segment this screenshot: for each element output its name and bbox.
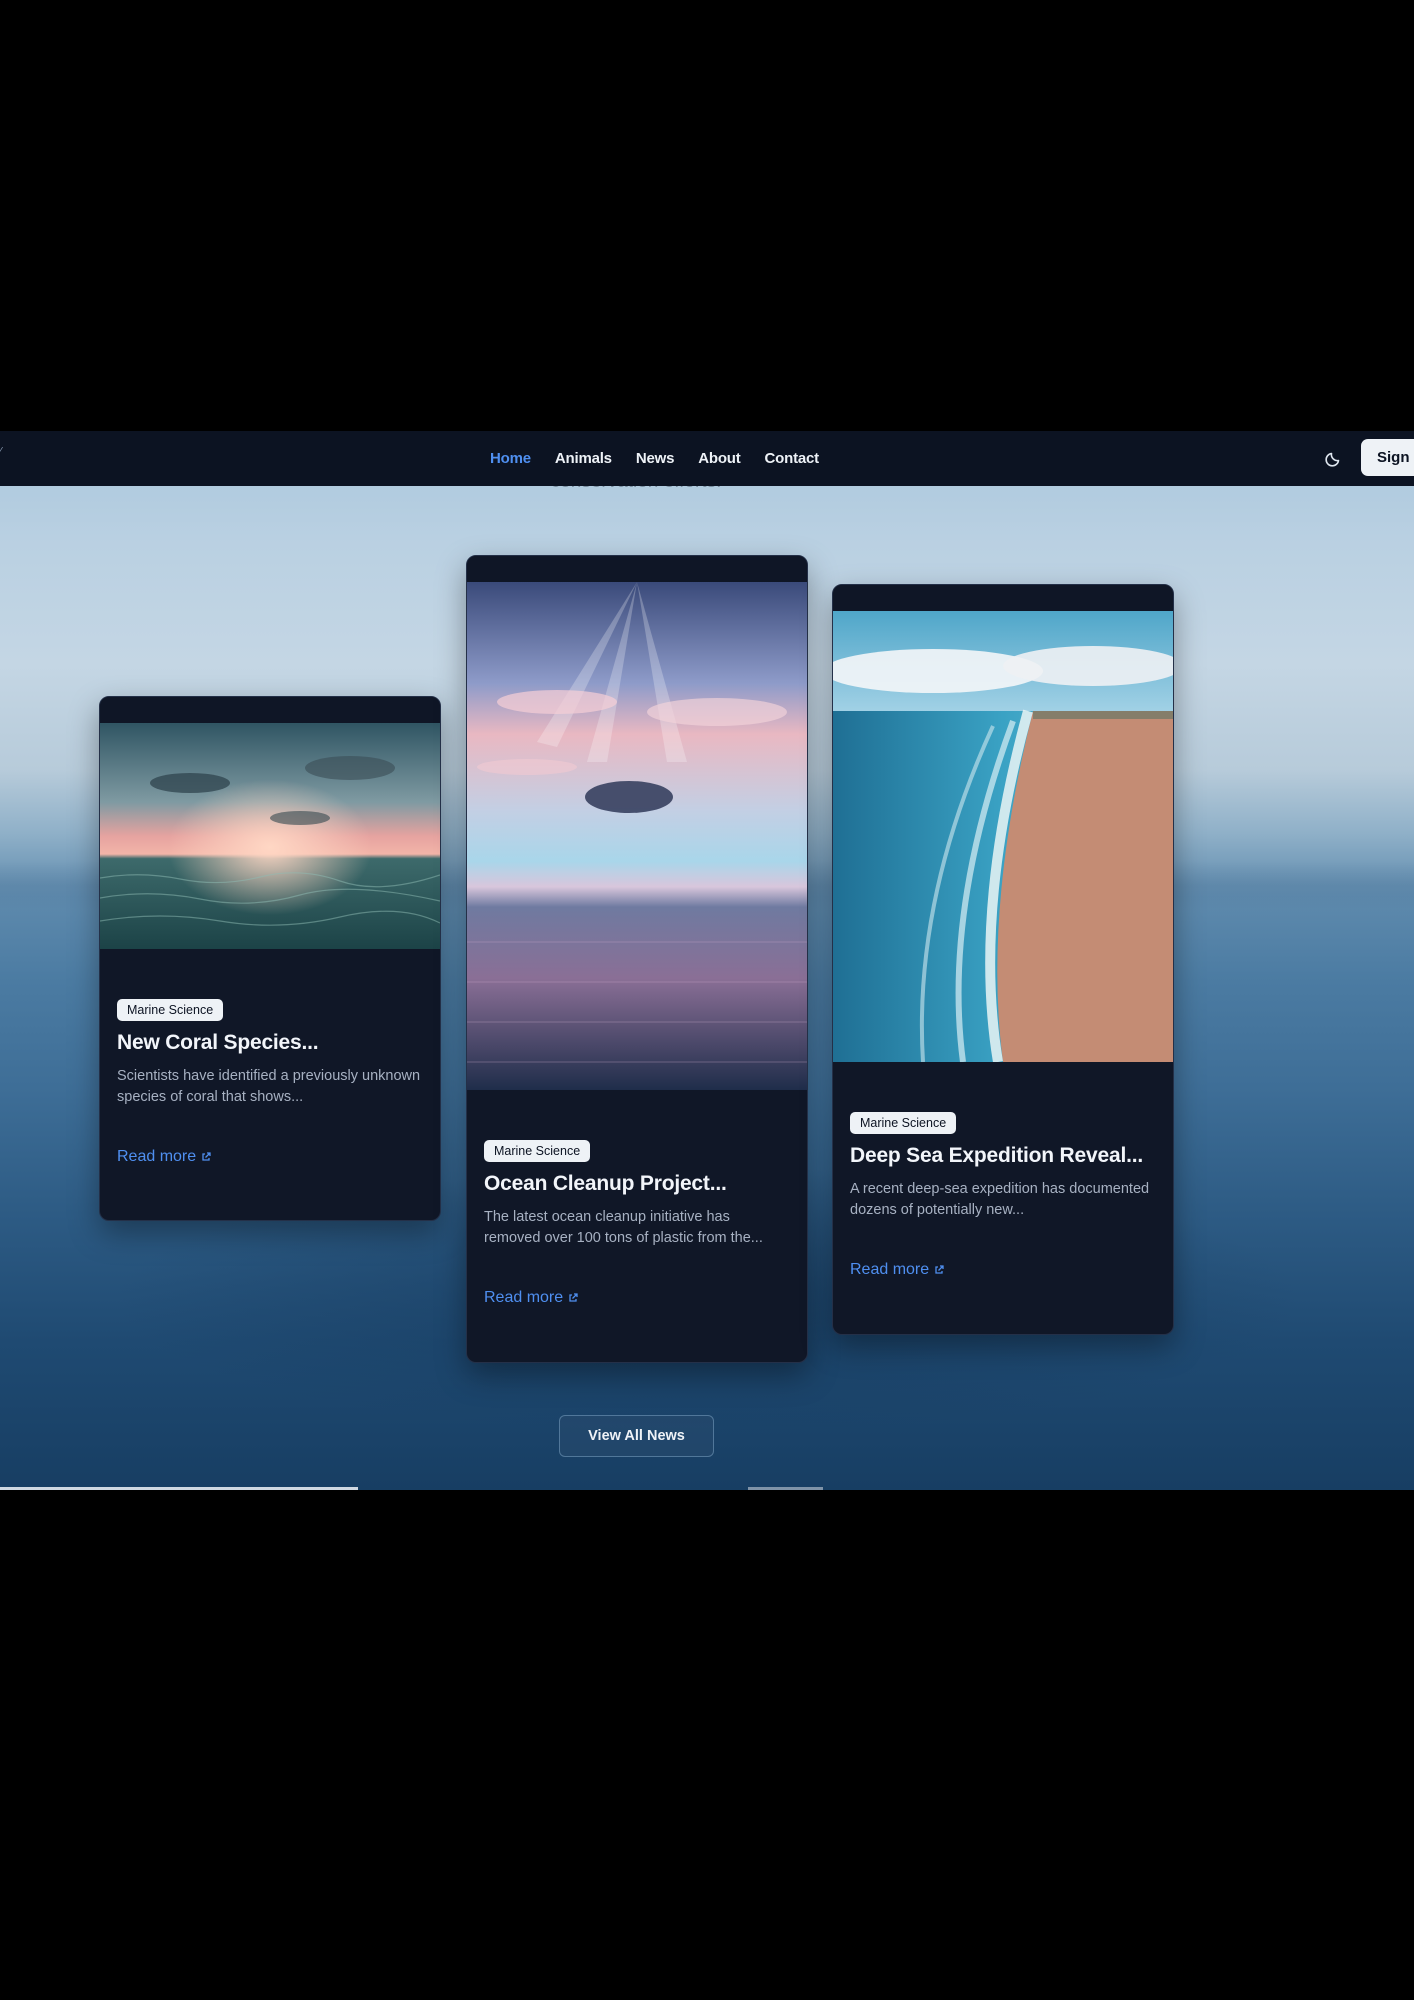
nav-link-home[interactable]: Home — [490, 450, 531, 467]
calm-sea-image — [467, 582, 807, 1090]
category-badge: Marine Science — [117, 999, 224, 1021]
external-link-icon — [569, 1293, 578, 1302]
card-header-band — [467, 556, 807, 582]
external-link-icon — [935, 1265, 944, 1274]
news-card-cleanup[interactable]: Marine Science Ocean Cleanup Project... … — [466, 555, 808, 1363]
news-card-deep-sea[interactable]: Marine Science Deep Sea Expedition Revea… — [832, 584, 1174, 1335]
read-more-label: Read more — [117, 1148, 197, 1165]
scroll-indicator — [0, 1487, 358, 1490]
navbar: ⁄ Home Animals News About Contact Sign I… — [0, 431, 1414, 486]
sign-in-button[interactable]: Sign In — [1361, 439, 1414, 476]
card-description: The latest ocean cleanup initiative has … — [484, 1209, 763, 1246]
category-badge: Marine Science — [484, 1140, 591, 1162]
read-more-label: Read more — [484, 1289, 564, 1306]
category-badge: Marine Science — [850, 1112, 957, 1134]
nav-link-animals[interactable]: Animals — [555, 450, 612, 467]
card-body: Marine Science Deep Sea Expedition Revea… — [833, 1062, 1173, 1279]
read-more-link[interactable]: Read more — [850, 1261, 945, 1279]
view-all-news-button[interactable]: View All News — [559, 1415, 714, 1457]
card-description: Scientists have identified a previously … — [117, 1068, 421, 1105]
read-more-label: Read more — [850, 1261, 930, 1278]
card-description: A recent deep-sea expedition has documen… — [850, 1181, 1150, 1218]
card-title[interactable]: Ocean Cleanup Project... — [484, 1172, 790, 1196]
news-card-coral[interactable]: Marine Science New Coral Species... Scie… — [99, 696, 441, 1221]
card-title[interactable]: New Coral Species... — [117, 1031, 423, 1055]
page-viewport: conservation efforts. ⁄ Home Animals New… — [0, 431, 1414, 1490]
card-header-band — [100, 697, 440, 723]
nav-link-contact[interactable]: Contact — [765, 450, 820, 467]
logo-icon[interactable]: ⁄ — [0, 446, 2, 457]
nav-links: Home Animals News About Contact — [490, 431, 819, 486]
nav-link-news[interactable]: News — [636, 450, 675, 467]
moon-icon[interactable] — [1322, 446, 1346, 470]
sunset-ocean-image — [100, 723, 440, 949]
card-title[interactable]: Deep Sea Expedition Reveal... — [850, 1144, 1156, 1168]
card-body: Marine Science New Coral Species... Scie… — [100, 949, 440, 1166]
aerial-beach-image — [833, 611, 1173, 1062]
scroll-indicator-secondary — [748, 1487, 823, 1490]
card-body: Marine Science Ocean Cleanup Project... … — [467, 1090, 807, 1307]
read-more-link[interactable]: Read more — [117, 1148, 212, 1166]
external-link-icon — [202, 1152, 211, 1161]
read-more-link[interactable]: Read more — [484, 1289, 579, 1307]
card-header-band — [833, 585, 1173, 611]
nav-link-about[interactable]: About — [698, 450, 741, 467]
